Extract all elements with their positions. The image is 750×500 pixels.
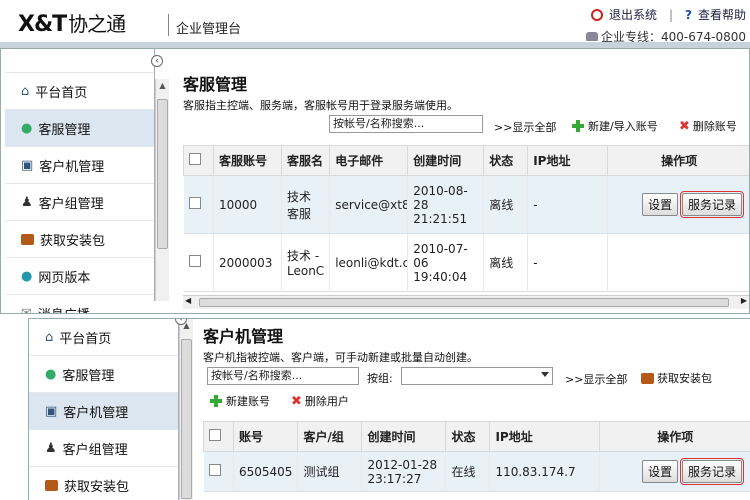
page-description: 客户机指被控端、客户端，可手动新建或批量自动创建。	[203, 351, 478, 364]
row-checkbox[interactable]	[188, 255, 201, 267]
col-actions: 操作项	[607, 145, 749, 176]
phone-icon	[585, 32, 598, 41]
globe-icon: ●	[21, 268, 33, 284]
logo-divider	[168, 14, 169, 36]
select-all-checkbox[interactable]	[189, 153, 201, 165]
sidebar: ⌂ 平台首页 ● 客服管理 ▣ 客户机管理 ♟ 客户组管理 获取安装包	[29, 319, 179, 500]
scroll-thumb[interactable]	[157, 99, 168, 249]
logo: X&T 协之通	[18, 12, 126, 37]
users-icon: ♟	[21, 194, 33, 210]
page-description: 客服指主控端、服务端，客服帐号用于登录服务端使用。	[183, 99, 458, 112]
table-header: 客服账号 客服名 电子邮件 创建时间 状态 IP地址 操作项	[183, 145, 749, 176]
sidebar-scrollbar[interactable]: ▲	[179, 319, 193, 500]
col-created: 创建时间	[361, 421, 447, 452]
col-ip: IP地址	[489, 421, 601, 452]
delete-account-button[interactable]: ✖ 删除账号	[679, 118, 737, 134]
delete-icon: ✖	[679, 118, 690, 134]
col-ip: IP地址	[527, 145, 609, 176]
sidebar-item-package[interactable]: 获取安装包	[5, 221, 154, 258]
sidebar-item-web[interactable]: ● 网页版本	[5, 258, 154, 295]
power-icon	[590, 8, 603, 21]
client-table: 账号 客户/组 创建时间 状态 IP地址 操作项 6505405 测试组 201…	[203, 421, 750, 492]
sidebar-item-service[interactable]: ● 客服管理	[29, 356, 178, 393]
col-account[interactable]: 客服账号	[213, 145, 282, 176]
service-table: 客服账号 客服名 电子邮件 创建时间 状态 IP地址 操作项 10000 技术 …	[183, 145, 749, 292]
table-row[interactable]: 6505405 测试组 2012-01-28 23:17:27 在线 110.8…	[203, 451, 750, 492]
col-group: 客户/组	[297, 421, 363, 452]
new-account-button[interactable]: 新建账号	[209, 393, 270, 409]
col-status: 状态	[483, 145, 529, 176]
plus-icon	[209, 394, 223, 408]
search-input[interactable]: 按帐号/名称搜索...	[207, 367, 359, 385]
bag-icon	[45, 479, 58, 491]
sidebar-scrollbar[interactable]: ▲	[155, 79, 169, 301]
page-title: 客户机管理	[203, 327, 284, 346]
computer-icon: ▣	[45, 403, 58, 419]
show-all-link[interactable]: >>显示全部	[565, 371, 627, 387]
chevron-down-icon	[541, 372, 549, 377]
bag-icon	[21, 233, 34, 245]
col-account: 账号	[232, 421, 299, 452]
row-checkbox[interactable]	[208, 464, 221, 476]
sidebar-item-clients[interactable]: ▣ 客户机管理	[5, 147, 154, 184]
settings-button[interactable]: 设置	[642, 460, 679, 483]
page-title: 客服管理	[183, 75, 248, 94]
scroll-left-icon[interactable]: ◀	[185, 296, 191, 305]
group-label: 按组:	[367, 372, 393, 385]
help-icon: ?	[685, 7, 692, 22]
sidebar-item-home[interactable]: ⌂ 平台首页	[5, 73, 154, 110]
row-checkbox[interactable]	[188, 197, 201, 209]
help-link[interactable]: 查看帮助	[698, 6, 746, 23]
home-icon: ⌂	[45, 329, 54, 345]
sidebar-item-clients[interactable]: ▣ 客户机管理	[29, 393, 178, 430]
window-service-management: ‹ ⌂ 平台首页 ● 客服管理 ▣ 客户机管理 ♟ 客户组管理 获取安装包 ● 网页版本 …	[0, 48, 750, 314]
sidebar-item-package[interactable]: 获取安装包	[29, 467, 178, 500]
horizontal-scrollbar[interactable]: ◀ ▶	[183, 295, 749, 309]
table-row[interactable]: 2000003 技术 - LeonC leonli@kdt.c 2010-07-…	[183, 233, 749, 292]
window-client-management: ⌂ 平台首页 ● 客服管理 ▣ 客户机管理 ♟ 客户组管理 获取安装包 ▲ ‹ 客户机管…	[28, 318, 750, 500]
user-icon: ●	[21, 120, 33, 136]
message-icon: ✉	[21, 305, 32, 314]
app-subtitle: 企业管理台	[176, 22, 242, 37]
sidebar: ‹ ⌂ 平台首页 ● 客服管理 ▣ 客户机管理 ♟ 客户组管理 获取安装包 ● 网页版本 …	[5, 49, 163, 313]
home-icon: ⌂	[21, 83, 30, 99]
col-name: 客服名	[280, 145, 331, 176]
delete-icon: ✖	[291, 393, 302, 409]
top-links: 退出系统 | ? 查看帮助	[590, 6, 746, 23]
collapse-icon[interactable]: ‹	[151, 55, 163, 67]
col-email: 电子邮件	[329, 145, 409, 176]
delete-user-button[interactable]: ✖ 删除用户	[291, 393, 349, 409]
service-record-button[interactable]: 服务记录	[679, 191, 745, 218]
user-icon: ●	[45, 366, 57, 382]
table-row[interactable]: 10000 技术 客服 service@xt8 2010-08- 28 21:2…	[183, 175, 749, 234]
show-all-link[interactable]: >>显示全部	[494, 119, 556, 135]
sidebar-item-service[interactable]: ● 客服管理	[5, 110, 154, 147]
separator: |	[668, 7, 674, 22]
table-header: 账号 客户/组 创建时间 状态 IP地址 操作项	[203, 421, 750, 452]
hscroll-thumb[interactable]	[199, 298, 729, 307]
group-select[interactable]	[401, 367, 553, 385]
sidebar-item-groups[interactable]: ♟ 客户组管理	[5, 184, 154, 221]
logout-link[interactable]: 退出系统	[609, 6, 657, 23]
col-status: 状态	[445, 421, 491, 452]
search-input[interactable]: 按帐号/名称搜索...	[329, 115, 483, 133]
bag-icon	[641, 372, 654, 384]
sidebar-item-groups[interactable]: ♟ 客户组管理	[29, 430, 178, 467]
service-record-button[interactable]: 服务记录	[679, 458, 745, 485]
new-import-button[interactable]: 新建/导入账号	[571, 118, 658, 134]
scroll-right-icon[interactable]: ▶	[741, 296, 747, 305]
settings-button[interactable]: 设置	[642, 193, 679, 216]
select-all-checkbox[interactable]	[209, 429, 221, 441]
sidebar-item-broadcast[interactable]: ✉消息广播	[5, 295, 154, 314]
sidebar-item-home[interactable]: ⌂ 平台首页	[29, 319, 178, 356]
scroll-thumb[interactable]	[181, 339, 192, 499]
get-package-button[interactable]: 获取安装包	[641, 370, 712, 386]
computer-icon: ▣	[21, 157, 34, 173]
plus-icon	[571, 119, 585, 133]
col-actions: 操作项	[599, 421, 750, 452]
col-created: 创建时间	[407, 145, 485, 176]
scroll-up-icon[interactable]: ▲	[156, 79, 169, 93]
users-icon: ♟	[45, 440, 57, 456]
